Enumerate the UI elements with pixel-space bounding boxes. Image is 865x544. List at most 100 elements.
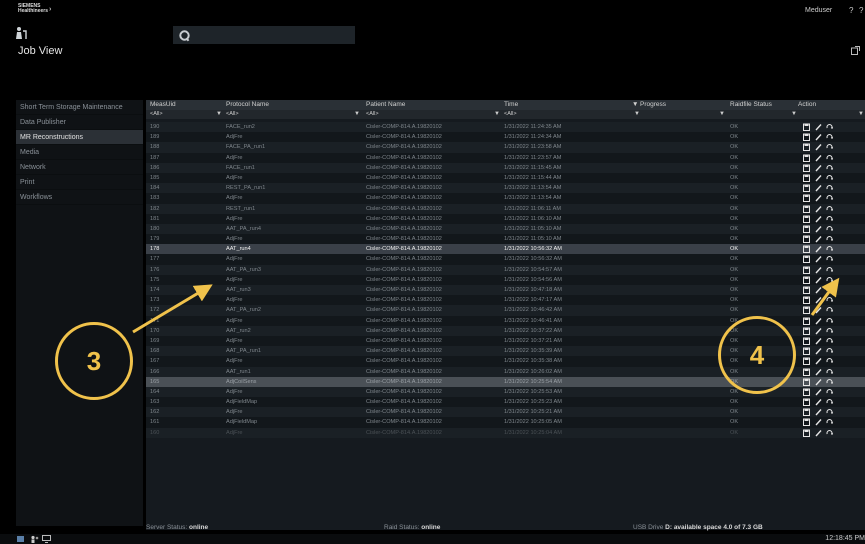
table-row[interactable]: 187 AdjFre Cisler-COMP-814.A.19820102 1/31/… — [146, 152, 865, 163]
save-icon[interactable] — [803, 164, 810, 172]
search-icon[interactable] — [178, 29, 191, 42]
rerun-icon[interactable] — [826, 306, 833, 314]
rerun-icon[interactable] — [826, 276, 833, 284]
table-row[interactable]: 175 AdjFre Cisler-COMP-814.A.19820102 1/31/… — [146, 274, 865, 285]
users-icon[interactable] — [30, 535, 39, 543]
save-icon[interactable] — [803, 123, 810, 131]
rerun-icon[interactable] — [826, 235, 833, 243]
edit-icon[interactable] — [815, 296, 822, 304]
table-row[interactable]: 174 AAT_run3 Cisler-COMP-814.A.19820102 1/3… — [146, 285, 865, 296]
save-icon[interactable] — [803, 235, 810, 244]
table-row[interactable]: 179 AdjFre Cisler-COMP-814.A.19820102 1/31/… — [146, 234, 865, 245]
rerun-icon[interactable] — [826, 164, 833, 172]
edit-icon[interactable] — [815, 429, 822, 437]
col-meas-uid[interactable]: MeasUid — [150, 101, 176, 108]
save-icon[interactable] — [803, 337, 810, 345]
table-row[interactable]: 176 AAT_PA_run3 Cisler-COMP-814.A.19820102… — [146, 264, 865, 275]
save-icon[interactable] — [803, 327, 810, 335]
edit-icon[interactable] — [815, 164, 822, 172]
edit-icon[interactable] — [815, 368, 822, 376]
col-raidfile-status[interactable]: Raidfile Status — [730, 101, 772, 108]
rerun-icon[interactable] — [826, 378, 833, 386]
edit-icon[interactable] — [815, 327, 822, 335]
start-icon[interactable] — [16, 535, 25, 543]
rerun-icon[interactable] — [826, 286, 833, 294]
edit-icon[interactable] — [815, 174, 822, 182]
table-row[interactable]: 178 AAT_run4 Cisler-COMP-814.A.19820102 1/3… — [146, 244, 865, 255]
save-icon[interactable] — [803, 398, 810, 407]
save-icon[interactable] — [803, 154, 810, 162]
edit-icon[interactable] — [815, 337, 822, 345]
edit-icon[interactable] — [815, 133, 822, 141]
save-icon[interactable] — [803, 133, 810, 142]
save-icon[interactable] — [803, 215, 810, 223]
table-row[interactable]: 180 AAT_PA_run4 Cisler-COMP-814.A.19820102… — [146, 223, 865, 235]
expand-icon[interactable] — [851, 46, 860, 55]
edit-icon[interactable] — [815, 266, 822, 274]
save-icon[interactable] — [803, 317, 810, 325]
monitor-icon[interactable] — [42, 535, 51, 543]
edit-icon[interactable] — [815, 418, 822, 426]
rerun-icon[interactable] — [826, 174, 833, 182]
save-icon[interactable] — [803, 194, 810, 203]
edit-icon[interactable] — [815, 408, 822, 416]
search-tab[interactable] — [173, 26, 355, 44]
table-row[interactable]: 162 AdjFre Cisler-COMP-814.A.19820102 1/31/… — [146, 407, 865, 418]
table-row[interactable]: 177 AdjFre Cisler-COMP-814.A.19820102 1/31/… — [146, 254, 865, 265]
save-icon[interactable] — [803, 286, 810, 294]
rerun-icon[interactable] — [826, 408, 833, 416]
rerun-icon[interactable] — [826, 429, 833, 437]
save-icon[interactable] — [803, 347, 810, 356]
col-time[interactable]: Time — [504, 101, 518, 108]
chevron-down-icon[interactable]: ▼ — [858, 110, 864, 119]
save-icon[interactable] — [803, 388, 810, 396]
save-icon[interactable] — [803, 408, 810, 417]
table-row[interactable]: 181 AdjFre Cisler-COMP-814.A.19820102 1/31/… — [146, 213, 865, 224]
rerun-icon[interactable] — [826, 255, 833, 263]
patient-icon[interactable] — [14, 26, 28, 40]
rerun-icon[interactable] — [826, 205, 833, 213]
edit-icon[interactable] — [815, 276, 822, 284]
edit-icon[interactable] — [815, 306, 822, 314]
edit-icon[interactable] — [815, 388, 822, 396]
sidebar-item-short-term-storage-maintenance[interactable]: Short Term Storage Maintenance — [16, 100, 143, 115]
edit-icon[interactable] — [815, 154, 822, 162]
save-icon[interactable] — [803, 266, 810, 274]
table-row[interactable]: 188 FACE_PA_run1 Cisler-COMP-814.A.1982010… — [146, 142, 865, 153]
rerun-icon[interactable] — [826, 368, 833, 376]
save-icon[interactable] — [803, 276, 810, 284]
rerun-icon[interactable] — [826, 337, 833, 345]
save-icon[interactable] — [803, 429, 810, 437]
table-row[interactable]: 190 FACE_run2 Cisler-COMP-814.A.19820102 1/… — [146, 122, 865, 133]
edit-icon[interactable] — [815, 215, 822, 223]
chevron-down-icon[interactable]: ▼ — [494, 110, 500, 119]
edit-icon[interactable] — [815, 347, 822, 355]
rerun-icon[interactable] — [826, 143, 833, 151]
rerun-icon[interactable] — [826, 245, 833, 253]
save-icon[interactable] — [803, 143, 810, 152]
edit-icon[interactable] — [815, 123, 822, 131]
rerun-icon[interactable] — [826, 133, 833, 141]
filter-time[interactable]: <All> — [504, 110, 517, 119]
sidebar-item-print[interactable]: Print — [16, 175, 143, 190]
chevron-down-icon[interactable]: ▼ — [791, 110, 797, 119]
col-progress[interactable]: Progress — [640, 101, 666, 108]
current-user[interactable]: Meduser — [805, 7, 832, 14]
chevron-down-icon[interactable]: ▼ — [634, 110, 640, 119]
edit-icon[interactable] — [815, 255, 822, 263]
sidebar-item-data-publisher[interactable]: Data Publisher — [16, 115, 143, 130]
rerun-icon[interactable] — [826, 296, 833, 304]
save-icon[interactable] — [803, 245, 810, 254]
table-row[interactable]: 182 REST_run1 Cisler-COMP-814.A.19820102 1/… — [146, 203, 865, 214]
help-button[interactable]: ? — [849, 6, 853, 15]
table-row[interactable]: 185 AdjFre Cisler-COMP-814.A.19820102 1/31/… — [146, 172, 865, 184]
chevron-down-icon[interactable]: ▼ — [216, 110, 222, 119]
edit-icon[interactable] — [815, 143, 822, 151]
rerun-icon[interactable] — [826, 347, 833, 355]
sidebar-item-network[interactable]: Network — [16, 160, 143, 175]
save-icon[interactable] — [803, 368, 810, 376]
edit-icon[interactable] — [815, 194, 822, 202]
rerun-icon[interactable] — [826, 398, 833, 406]
rerun-icon[interactable] — [826, 123, 833, 131]
chevron-down-icon[interactable]: ▼ — [354, 110, 360, 119]
